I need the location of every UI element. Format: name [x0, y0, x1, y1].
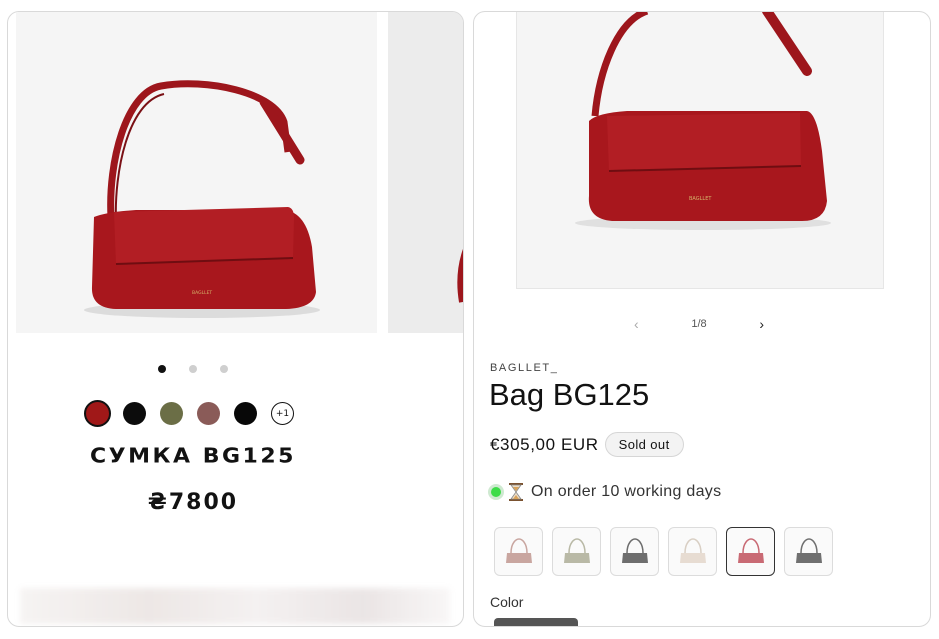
carousel-dot[interactable] [158, 365, 166, 373]
product-card-ua[interactable]: BAGLLET +1 СУМКА BG125 ₴7800 [7, 11, 464, 627]
status-dot-icon [491, 487, 501, 497]
chevron-left-icon[interactable]: ‹ [634, 316, 639, 332]
svg-text:BAGLLET: BAGLLET [689, 196, 712, 202]
color-swatches: +1 [84, 400, 294, 427]
product-title[interactable]: СУМКА BG125 [8, 445, 378, 468]
variant-thumb-cream[interactable] [668, 527, 717, 576]
carousel-dot[interactable] [220, 365, 228, 373]
product-title: Bag BG125 [489, 377, 650, 412]
color-label: Color [490, 594, 524, 610]
product-vendor: BAGLLET_ [490, 362, 559, 374]
slider-counter: 1/8 [691, 318, 707, 330]
variant-thumb-sage[interactable] [552, 527, 601, 576]
chevron-right-icon[interactable]: › [759, 316, 764, 332]
image-slider-controls: ‹ 1/8 › [634, 316, 764, 332]
stock-text: On order 10 working days [531, 483, 722, 500]
product-detail: BAGLLET ‹ 1/8 › BAGLLET_ Bag BG125 €305,… [473, 11, 931, 627]
blurred-content [20, 588, 450, 624]
variant-thumb-dark-grey[interactable] [784, 527, 833, 576]
carousel-dots [8, 365, 378, 373]
product-price: €305,00 EUR [490, 434, 599, 454]
swatch-mauve[interactable] [197, 402, 220, 425]
variant-thumb-grey[interactable] [610, 527, 659, 576]
hourglass-icon [509, 483, 523, 501]
swatch-olive[interactable] [160, 402, 183, 425]
product-image[interactable]: BAGLLET [16, 12, 377, 333]
swatch-black-2[interactable] [234, 402, 257, 425]
sold-out-badge: Sold out [604, 432, 684, 457]
stock-status: On order 10 working days [491, 483, 721, 501]
swatch-red[interactable] [84, 400, 111, 427]
product-main-image[interactable]: BAGLLET [516, 12, 884, 289]
variant-thumb-dusty-pink[interactable] [494, 527, 543, 576]
swatch-black[interactable] [123, 402, 146, 425]
more-colors-button[interactable]: +1 [271, 402, 294, 425]
color-option-button[interactable] [494, 618, 578, 626]
variant-thumbnails [494, 527, 833, 576]
product-price: ₴7800 [147, 490, 239, 515]
product-image-next[interactable] [388, 12, 463, 333]
variant-thumb-red[interactable] [726, 527, 775, 576]
carousel-dot[interactable] [189, 365, 197, 373]
price-row: €305,00 EUR Sold out [490, 432, 684, 457]
svg-text:BAGLLET: BAGLLET [192, 290, 212, 296]
